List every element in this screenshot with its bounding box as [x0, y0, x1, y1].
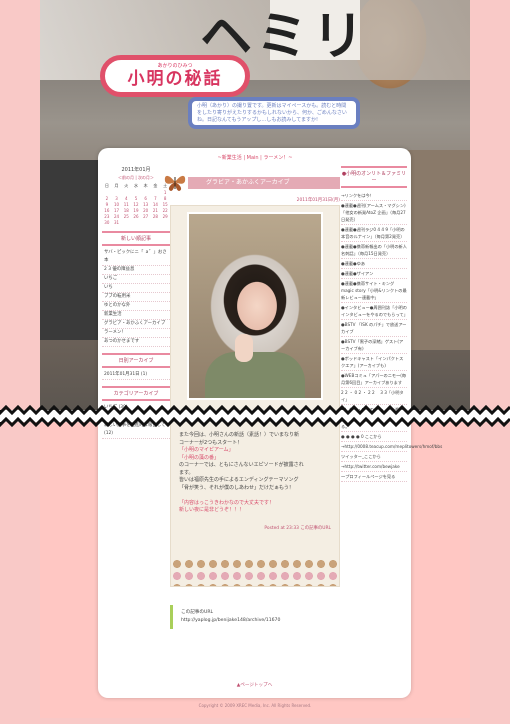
right-link[interactable]: 2 2 ・ 0 2 ・ 2 2 3 3「小明タイ」 — [341, 388, 407, 405]
calendar-day — [151, 219, 161, 225]
category-heading: カテゴリアーカイブ — [102, 386, 170, 401]
trackback-url[interactable]: http://yaplog.jp/benijake148/archive/116… — [181, 617, 332, 625]
butterfly-icon — [164, 175, 186, 191]
right-link[interactable]: ●連載●ゆあ — [341, 259, 407, 269]
calendar-table: 日 月 火 水 木 金 土 1 2 3 4 5 6 7 8 9 10 11 12… — [102, 183, 170, 225]
left-sidebar: 2011年01月 ＜前の月 | 次の月＞ 日 月 火 水 木 金 土 1 2 3… — [102, 166, 170, 439]
right-link[interactable]: ●連載●携帯サイト・キング magic story「小明&リンクトの最新レビュー… — [341, 279, 407, 303]
logo-reading: あかりのひみつ — [157, 63, 193, 69]
page-top-link[interactable]: ▲ページトップへ — [98, 682, 411, 688]
nav-main-link[interactable]: Main — [247, 155, 259, 161]
right-sidebar: ●小明のオンリト＆ファミリー →リンクをは今！ ●連載●週刊(アームス・マグシン… — [341, 166, 442, 482]
calendar-day: 30 — [104, 219, 110, 225]
calendar-prev-link[interactable]: ＜前の月 — [118, 175, 134, 180]
calendar-day — [121, 219, 131, 225]
main-column: ~新業生活 | Main | ラーメン！~ グラビア・あかふくアーカイブ 201… — [164, 148, 340, 629]
site-logo[interactable]: あかりのひみつ 小明の秘話 — [100, 55, 250, 97]
recent-post-link[interactable]: あつのかせまです — [102, 338, 170, 347]
post-photo[interactable] — [187, 212, 323, 400]
site-description: 小明（あかり）の撮り置です。更新はマイペースかも。読むと時間をしたり寄りがえたり… — [188, 97, 360, 129]
recent-posts-heading: 新しい順記事 — [102, 231, 170, 246]
post-header: グラビア・あかふくアーカイブ — [164, 169, 340, 195]
recent-post-link[interactable]: 2 3 優の障益息 — [102, 266, 170, 275]
right-link[interactable]: ●連載●ザイアン — [341, 269, 407, 279]
nav-next-link[interactable]: ラーメン！ — [263, 155, 288, 161]
archive-link[interactable]: 2011年01月31日 (1) — [102, 371, 170, 380]
right-link[interactable]: →http://twitter.com/bewjake — [341, 462, 407, 472]
calendar-title: 2011年01月 — [121, 167, 151, 173]
top-nav: ~新業生活 | Main | ラーメン！~ — [217, 155, 293, 161]
right-link[interactable]: ●WEBコミュ「アパーのニモ～(毎月第6回目」アーカイブあります — [341, 371, 407, 388]
trackback-box: この記事のURL http://yaplog.jp/benijake148/ar… — [170, 605, 340, 629]
post-body: また今回は、小明さんの新話（素話！）でいまなり新 コーナーが2つもスタート！ 「… — [170, 205, 340, 587]
calendar-next-link[interactable]: 次の月＞ — [138, 175, 154, 180]
nav-new-post-link[interactable]: 新業生活 — [222, 155, 242, 161]
calendar-day — [160, 219, 170, 225]
right-link[interactable]: →リンクをは今！ — [341, 191, 407, 201]
post-title[interactable]: グラビア・あかふくアーカイブ — [188, 177, 340, 189]
right-link[interactable]: ●連載●週刊ラジ0 4 4 9「小明の本音のルナイン」（毎月第2発売） — [341, 225, 407, 242]
post-date: 2011年01月31日(月) — [296, 198, 340, 203]
right-link[interactable]: ●連載●週刊(アームス・マグシン)「他女の新発AtoZ 企画」（毎月27日発売） — [341, 201, 407, 225]
recent-post-link[interactable]: ブブの転用米 — [102, 293, 170, 302]
right-link[interactable]: ●連載●携帯新報出の「小明の新人名刺話」（毎月15日発売） — [341, 242, 407, 259]
archive-heading: 日別アーカイブ — [102, 353, 170, 368]
recent-post-link[interactable]: ゆとのかな外 — [102, 302, 170, 311]
right-link[interactable]: →http://0008.teacup.com/meplitowers/hmof… — [341, 442, 442, 452]
permalink[interactable]: この記事のURL — [300, 526, 331, 531]
recent-post-link[interactable]: ラーメン！ — [102, 329, 170, 338]
right-link[interactable]: ● ● ● ● 0 ここから — [341, 432, 407, 442]
torn-edge — [0, 404, 510, 428]
calendar-nav: ＜前の月 | 次の月＞ — [118, 175, 154, 180]
calendar-day — [141, 219, 151, 225]
dot-pattern — [171, 556, 339, 586]
links-heading: ●小明のオンリト＆ファミリー — [341, 166, 407, 188]
trackback-label: この記事のURL — [181, 610, 214, 615]
calendar-day — [131, 219, 141, 225]
right-link[interactable]: 〜プロフィールページを見る — [341, 472, 407, 482]
post-meta: Posted at 23:33 この記事のURL — [264, 525, 331, 531]
recent-post-link[interactable]: いち — [102, 284, 170, 293]
right-link[interactable]: ●BSTV 「ISK のパチ」で放送アーカイブ — [341, 320, 407, 337]
recent-post-link[interactable]: 新業生活 — [102, 311, 170, 320]
right-link[interactable]: ●BSTV「黒子の深緒」ゲスト(アーカイブ有) — [341, 337, 407, 354]
post-text: また今回は、小明さんの新話（素話！）でいまなり新 コーナーが2つもスタート！ 「… — [179, 432, 304, 513]
right-link[interactable]: ●ポッドキャスト「インパクトスクエア」(アーカイブも) — [341, 354, 407, 371]
recent-post-link[interactable]: いちご — [102, 275, 170, 284]
recent-post-link[interactable]: グラビア・あかふくアーカイブ — [102, 320, 170, 329]
copyright: Copyright © 2009 XREC Media, Inc. All Ri… — [198, 703, 312, 708]
right-link[interactable]: ツイッター_ここから — [341, 452, 407, 462]
right-link[interactable]: ●インタビュー●周囲刊誌「小明のインタビューをやるのでもらって」 — [341, 303, 408, 320]
recent-post-link[interactable]: サバ・ピックにニ「 ａ゜」おさ本 — [102, 249, 170, 266]
calendar-day: 31 — [114, 219, 120, 225]
